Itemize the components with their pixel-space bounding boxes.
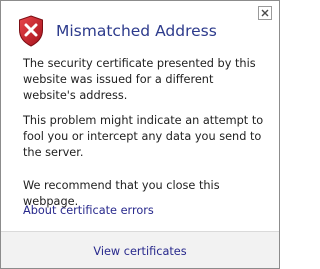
risk-warning-text: This problem might indicate an attempt t…: [23, 114, 264, 159]
view-certificates-link[interactable]: View certificates: [1, 244, 279, 260]
dialog-footer: View certificates: [1, 231, 279, 268]
close-icon: [261, 9, 269, 17]
about-certificate-errors-link[interactable]: About certificate errors: [23, 203, 154, 219]
error-shield-icon: [19, 15, 43, 47]
dialog-title: Mismatched Address: [56, 22, 217, 40]
certificate-error-description: The security certificate presented by th…: [23, 57, 256, 102]
close-button[interactable]: [258, 6, 272, 20]
certificate-error-popup: Mismatched Address The security certific…: [0, 0, 280, 269]
